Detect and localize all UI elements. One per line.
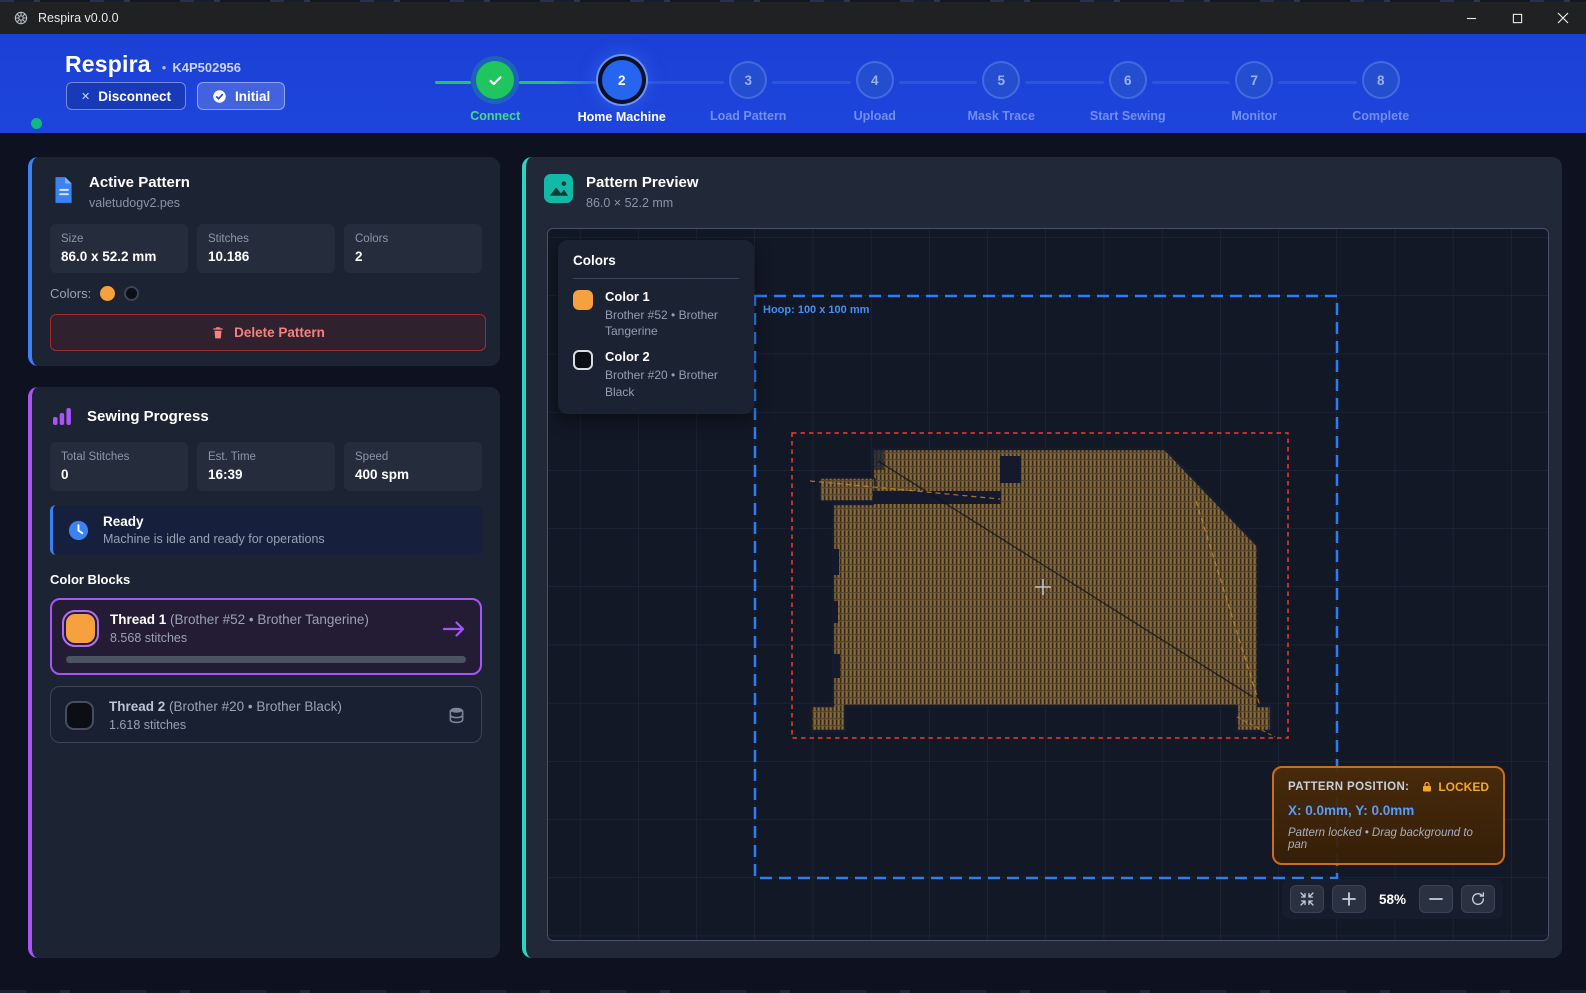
legend-entry-color-2: Color 2 Brother #20 • Brother Black: [573, 349, 739, 399]
step-mask-trace[interactable]: 5 Mask Trace: [938, 56, 1065, 124]
hoop-label: Hoop: 100 x 100 mm: [763, 304, 870, 316]
pattern-dimensions: 86.0 × 52.2 mm: [586, 196, 699, 210]
status-description: Machine is idle and ready for operations: [103, 532, 325, 546]
stat-total-stitches: Total Stitches 0: [50, 442, 188, 491]
machine-status-banner: Ready Machine is idle and ready for oper…: [50, 505, 482, 555]
window-title: Respira v0.0.0: [38, 11, 119, 25]
step-complete[interactable]: 8 Complete: [1318, 56, 1445, 124]
initial-button[interactable]: Initial: [197, 82, 285, 110]
pattern-coordinates: X: 0.0mm, Y: 0.0mm: [1288, 803, 1489, 818]
thread-2-stitches: 1.618 stitches: [109, 718, 342, 732]
lock-icon: [1421, 781, 1433, 793]
zoom-level: 58%: [1374, 892, 1411, 907]
delete-pattern-button[interactable]: Delete Pattern: [50, 314, 486, 351]
step-upload[interactable]: 4 Upload: [812, 56, 939, 124]
check-circle-icon: [212, 89, 227, 104]
pattern-preview-card: Pattern Preview 86.0 × 52.2 mm: [522, 157, 1562, 958]
thread-color-dot-orange: [100, 286, 115, 301]
thread-2-swatch: [65, 701, 94, 730]
app-header: Respira •K4P502956 ✕ Disconnect Initial …: [0, 34, 1586, 133]
legend-title: Colors: [573, 253, 739, 268]
zoom-controls: 58%: [1282, 879, 1503, 919]
image-icon: [544, 174, 573, 203]
step-monitor[interactable]: 7 Monitor: [1191, 56, 1318, 124]
main-content: Active Pattern valetudogv2.pes Size 86.0…: [0, 133, 1586, 993]
stat-colors: Colors 2: [344, 224, 482, 273]
step-circle-active[interactable]: 2: [602, 60, 642, 100]
active-pattern-card: Active Pattern valetudogv2.pes Size 86.0…: [28, 157, 500, 366]
check-icon: [487, 72, 504, 89]
stat-stitches: Stitches 10.186: [197, 224, 335, 273]
step-load-pattern[interactable]: 3 Load Pattern: [685, 56, 812, 124]
connection-status-dot: [31, 118, 42, 129]
step-home-machine[interactable]: 2 Home Machine: [559, 56, 686, 124]
layers-stack-icon: [446, 705, 467, 726]
step-start-sewing[interactable]: 6 Start Sewing: [1065, 56, 1192, 124]
plus-icon: [1342, 892, 1356, 906]
minus-icon: [1429, 892, 1443, 906]
thread-block-1[interactable]: Thread 1 (Brother #52 • Brother Tangerin…: [50, 598, 482, 675]
step-connect[interactable]: Connect: [432, 56, 559, 124]
reset-view-button[interactable]: [1461, 885, 1495, 913]
zoom-in-button[interactable]: [1332, 885, 1366, 913]
pan-hint: Pattern locked • Drag background to pan: [1288, 827, 1489, 851]
lock-status: LOCKED: [1421, 780, 1489, 794]
sewing-progress-title: Sewing Progress: [87, 408, 209, 425]
active-pattern-title: Active Pattern: [89, 174, 190, 191]
disconnect-button[interactable]: ✕ Disconnect: [66, 82, 186, 110]
status-title: Ready: [103, 514, 325, 529]
clock-icon: [67, 519, 90, 542]
close-button[interactable]: [1540, 2, 1586, 34]
legend-entry-color-1: Color 1 Brother #52 • Brother Tangerine: [573, 289, 739, 339]
pattern-preview-title: Pattern Preview: [586, 174, 699, 191]
thread-1-swatch: [66, 614, 95, 643]
pattern-position-overlay: PATTERN POSITION: LOCKED X: 0.0mm, Y: 0.…: [1272, 766, 1505, 865]
thread-1-progress-bar: [66, 656, 466, 663]
arrow-right-icon: [442, 620, 466, 638]
workflow-stepper: Connect 2 Home Machine 3 Load Pattern 4 …: [432, 56, 1444, 124]
thread-1-name: Thread 1 (Brother #52 • Brother Tangerin…: [110, 612, 369, 627]
sewing-progress-card: Sewing Progress Total Stitches 0 Est. Ti…: [28, 387, 500, 958]
bar-chart-icon: [50, 404, 74, 428]
stat-speed: Speed 400 spm: [344, 442, 482, 491]
pattern-position-label: PATTERN POSITION:: [1288, 781, 1409, 793]
minimize-button[interactable]: [1448, 2, 1494, 34]
fit-to-screen-button[interactable]: [1290, 885, 1324, 913]
step-circle-complete[interactable]: [476, 61, 514, 99]
machine-serial: •K4P502956: [162, 60, 241, 75]
colors-label: Colors:: [50, 286, 91, 301]
thread-1-stitches: 8.568 stitches: [110, 631, 369, 645]
maximize-button[interactable]: [1494, 2, 1540, 34]
compress-icon: [1299, 891, 1315, 907]
thread-color-dot-black: [124, 286, 139, 301]
color-blocks-heading: Color Blocks: [50, 572, 482, 587]
thread-2-name: Thread 2 (Brother #20 • Brother Black): [109, 699, 342, 714]
file-icon: [50, 176, 76, 204]
stat-est-time: Est. Time 16:39: [197, 442, 335, 491]
legend-swatch-black: [573, 350, 593, 370]
zoom-out-button[interactable]: [1419, 885, 1453, 913]
window-titlebar: Respira v0.0.0: [0, 2, 1586, 34]
trash-icon: [211, 325, 225, 340]
pattern-filename: valetudogv2.pes: [89, 196, 190, 210]
close-x-icon: ✕: [81, 90, 90, 103]
stat-size: Size 86.0 x 52.2 mm: [50, 224, 188, 273]
thread-block-2[interactable]: Thread 2 (Brother #20 • Brother Black) 1…: [50, 686, 482, 743]
legend-swatch-orange: [573, 290, 593, 310]
brand-title: Respira: [65, 51, 151, 78]
colors-legend: Colors Color 1 Brother #52 • Brother Tan…: [558, 240, 754, 414]
pattern-canvas[interactable]: Hoop: 100 x 100 mm: [547, 228, 1549, 941]
legend-divider: [573, 278, 739, 279]
app-icon: [13, 10, 29, 26]
refresh-icon: [1470, 891, 1486, 907]
